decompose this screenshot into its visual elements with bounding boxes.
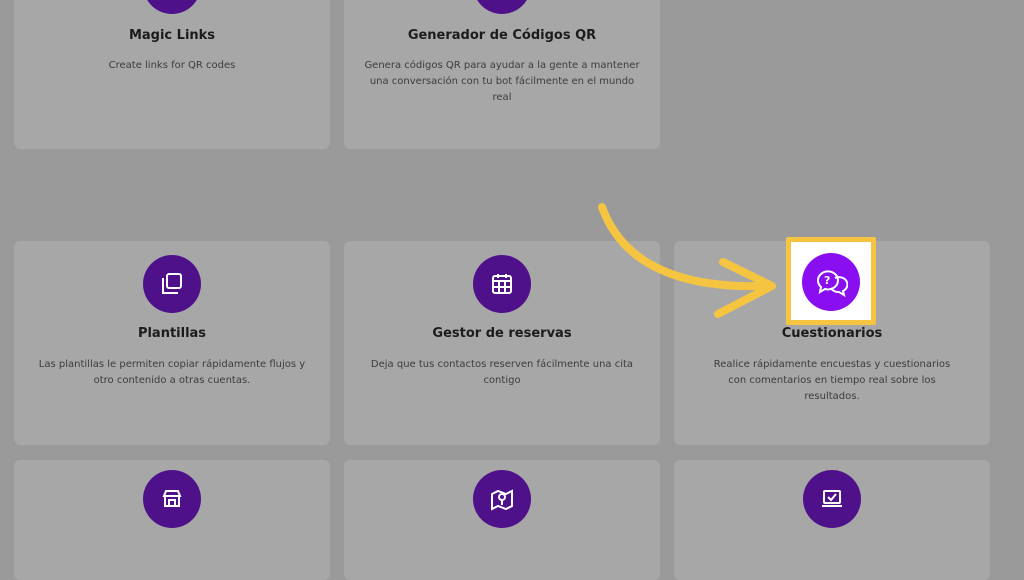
card-title: Generador de Códigos QR [407,28,597,43]
map-pin-icon [473,470,531,528]
card-map[interactable] [344,460,660,580]
card-store[interactable] [14,460,330,580]
card-description: Genera códigos QR para ayudar a la gente… [364,60,640,103]
store-icon [143,470,201,528]
card-laptop[interactable] [674,460,990,580]
highlight-box: ? [786,237,876,325]
card-title: Magic Links [128,28,216,43]
svg-text:?: ? [824,274,830,287]
question-chat-icon[interactable]: ? [802,253,860,311]
card-title: Plantillas [137,326,207,341]
calendar-icon [473,255,531,313]
card-description: Deja que tus contactos reserven fácilmen… [370,359,634,386]
qr-icon [473,0,531,14]
card-title: Cuestionarios [781,326,883,341]
card-description: Create links for QR codes [108,60,236,71]
card-description: Realice rápidamente encuestas y cuestion… [713,359,951,402]
link-icon [143,0,201,14]
card-gestor-reservas[interactable]: Gestor de reservas Deja que tus contacto… [344,241,660,445]
card-qr-generator[interactable]: Generador de Códigos QR Genera códigos Q… [344,0,660,149]
copy-icon [143,255,201,313]
laptop-check-icon [803,470,861,528]
card-magic-links[interactable]: Magic Links Create links for QR codes [14,0,330,149]
card-plantillas[interactable]: Plantillas Las plantillas le permiten co… [14,241,330,445]
card-title: Gestor de reservas [432,326,572,341]
card-description: Las plantillas le permiten copiar rápida… [38,359,306,386]
